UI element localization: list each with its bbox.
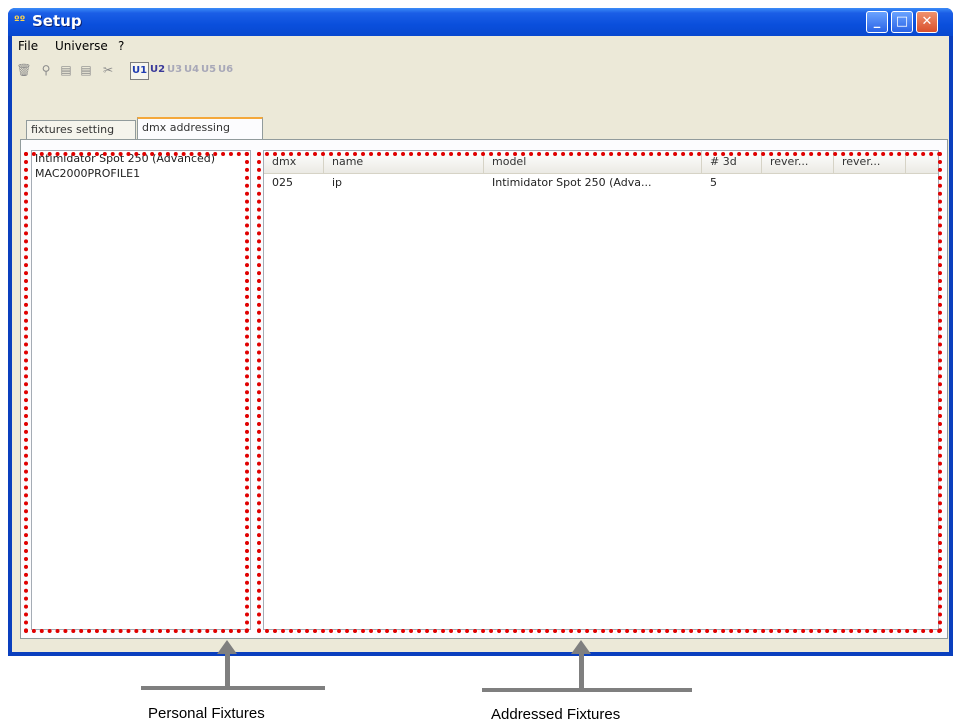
universe-button-u4[interactable]: U4: [184, 62, 199, 78]
toolbar: 🗑 ⚲ ▤ ▤ ✂ U1 U2 U3 U4 U5 U6: [12, 58, 949, 82]
menu-file[interactable]: File: [18, 39, 38, 53]
setup-app-icon: ºº: [14, 15, 26, 26]
caption-addressed-fixtures: Addressed Fixtures: [491, 706, 621, 723]
personal-fixtures-highlight: [24, 152, 249, 633]
annotation-line-left: [141, 686, 325, 690]
menu-bar: File Universe ?: [12, 36, 949, 56]
annotation-line-right: [482, 688, 692, 692]
menu-help[interactable]: ?: [118, 39, 124, 53]
title-bar[interactable]: ºº Setup _ □ ✕: [8, 8, 953, 36]
close-button[interactable]: ✕: [916, 11, 938, 33]
arrow-shaft: [225, 652, 230, 688]
universe-button-u2[interactable]: U2: [150, 62, 165, 78]
search-icon[interactable]: ⚲: [38, 62, 54, 78]
caption-personal-fixtures: Personal Fixtures: [148, 705, 265, 722]
universe-button-u3[interactable]: U3: [167, 62, 182, 78]
arrow-shaft: [579, 652, 584, 690]
universe-button-u6[interactable]: U6: [218, 62, 233, 78]
menu-universe[interactable]: Universe: [55, 39, 108, 53]
delete-icon[interactable]: 🗑: [16, 62, 32, 78]
save-as-icon[interactable]: ▤: [78, 62, 94, 78]
maximize-button[interactable]: □: [891, 11, 913, 33]
cut-icon[interactable]: ✂: [100, 62, 116, 78]
save-icon[interactable]: ▤: [58, 62, 74, 78]
minimize-button[interactable]: _: [866, 11, 888, 33]
tab-fixtures-setting[interactable]: fixtures setting: [26, 120, 136, 140]
universe-button-u1[interactable]: U1: [130, 62, 150, 80]
tab-dmx-addressing[interactable]: dmx addressing: [137, 117, 263, 139]
window-title: Setup: [32, 12, 82, 30]
addressed-fixtures-highlight: [257, 152, 942, 633]
universe-button-u5[interactable]: U5: [201, 62, 216, 78]
